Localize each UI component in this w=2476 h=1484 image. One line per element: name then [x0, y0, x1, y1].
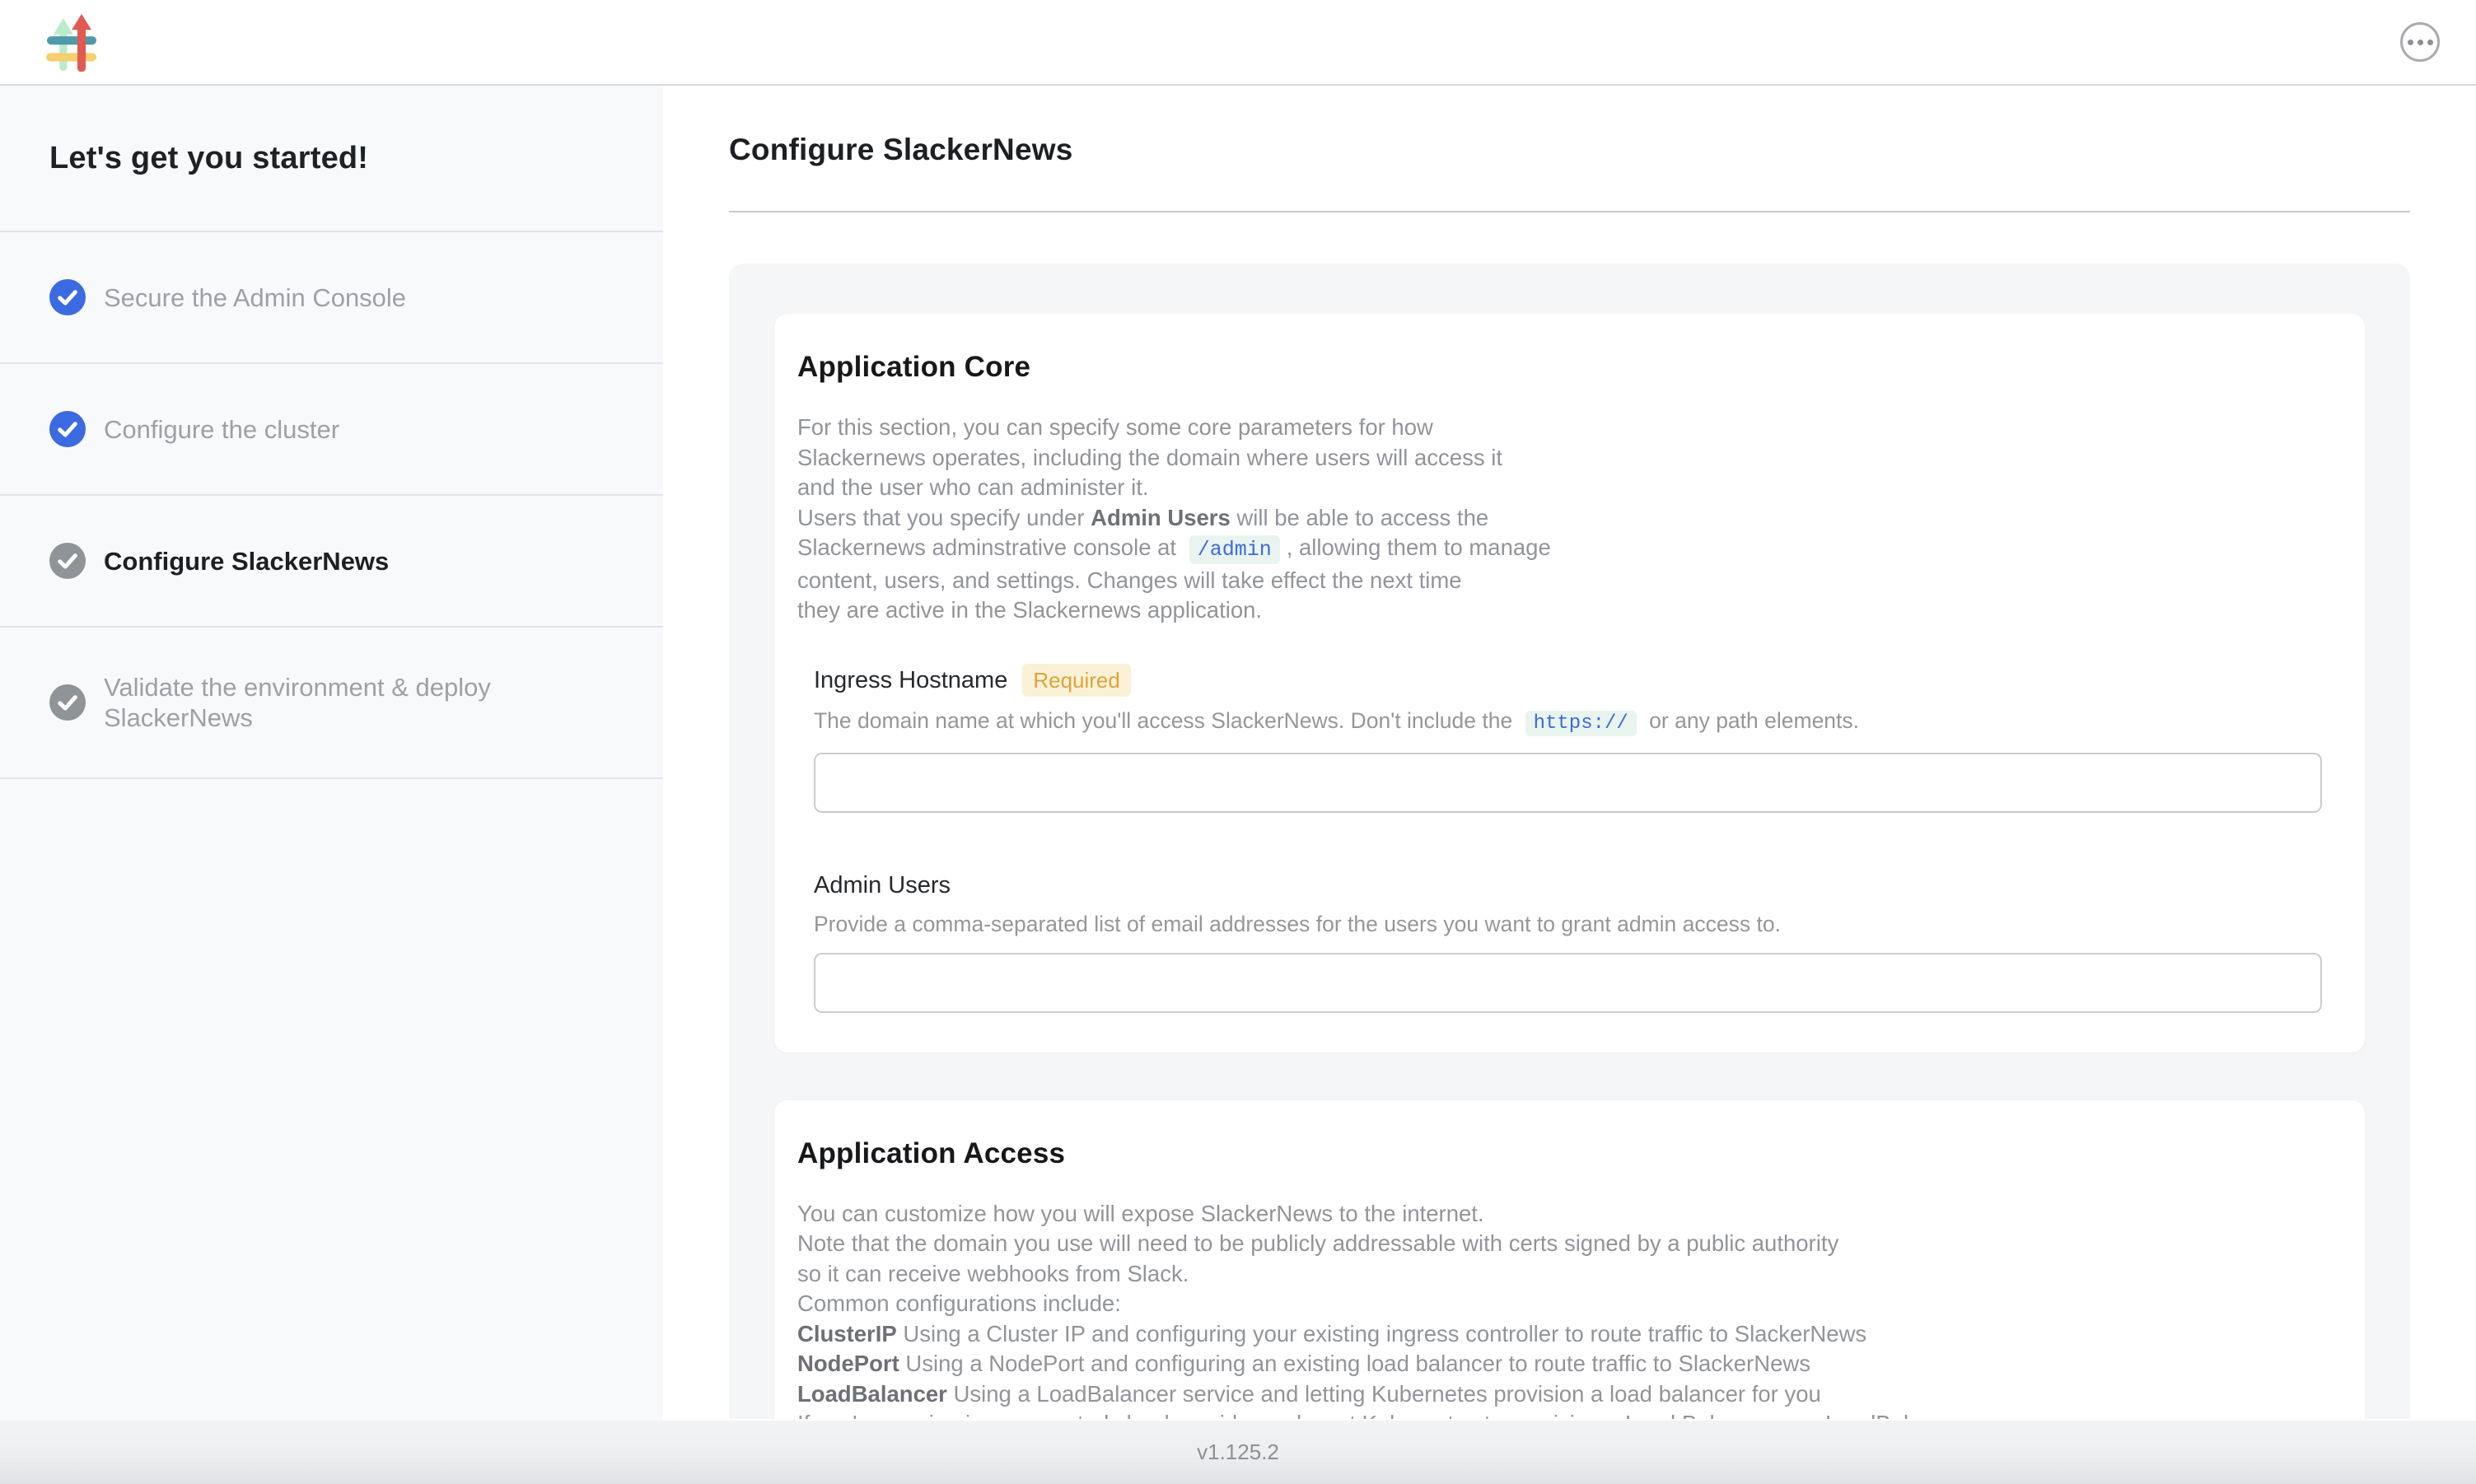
- description-line: and the user who can administer it.: [797, 473, 2342, 503]
- check-circle-icon: [49, 279, 86, 315]
- field-admin-users: Admin Users Provide a comma-separated li…: [814, 870, 2322, 1013]
- check-circle-icon: [49, 543, 86, 579]
- main-content: Configure SlackerNews Application Core F…: [663, 86, 2476, 1421]
- description-line: LoadBalancer Using a LoadBalancer servic…: [797, 1379, 2342, 1410]
- description-line: Common configurations include:: [797, 1289, 2342, 1319]
- step-label: Configure the cluster: [104, 414, 339, 445]
- description-line: If you're running in a supported cloud p…: [797, 1409, 2342, 1419]
- app-window: Let's get you started! Secure the Admin …: [0, 0, 2476, 1484]
- sidebar-step-validate-deploy[interactable]: Validate the environment & deploy Slacke…: [0, 628, 663, 779]
- config-panel: Application Core For this section, you c…: [729, 264, 2410, 1419]
- section-description: You can customize how you will expose Sl…: [797, 1199, 2342, 1420]
- content-body: Let's get you started! Secure the Admin …: [0, 86, 2476, 1421]
- description-line: Note that the domain you use will need t…: [797, 1229, 2342, 1259]
- title-divider: [729, 211, 2410, 212]
- sidebar-step-configure-cluster[interactable]: Configure the cluster: [0, 364, 663, 496]
- field-ingress-hostname: Ingress Hostname Required The domain nam…: [814, 664, 2322, 813]
- description-line: For this section, you can specify some c…: [797, 413, 2342, 443]
- page-title: Configure SlackerNews: [729, 132, 2476, 168]
- check-circle-icon: [49, 411, 86, 447]
- description-line: Slackernews adminstrative console at /ad…: [797, 533, 2342, 566]
- step-label: Validate the environment & deploy Slacke…: [104, 672, 565, 733]
- overflow-menu-button[interactable]: [2400, 22, 2440, 62]
- field-label: Admin Users: [814, 870, 951, 900]
- section-title-application-core: Application Core: [797, 350, 2342, 385]
- app-footer: v1.125.2: [0, 1421, 2476, 1484]
- description-line: Slackernews operates, including the doma…: [797, 443, 2342, 474]
- ellipsis-icon: [2418, 40, 2423, 45]
- ingress-hostname-input[interactable]: [814, 753, 2322, 813]
- sidebar-step-configure-slackernews[interactable]: Configure SlackerNews: [0, 496, 663, 628]
- sidebar-title: Let's get you started!: [0, 86, 663, 232]
- slackernews-logo-icon: [46, 12, 97, 72]
- description-line: ClusterIP Using a Cluster IP and configu…: [797, 1319, 2342, 1350]
- ellipsis-icon: [2408, 40, 2413, 45]
- setup-steps-sidebar: Let's get you started! Secure the Admin …: [0, 86, 663, 1421]
- admin-users-input[interactable]: [814, 953, 2322, 1013]
- version-text: v1.125.2: [1197, 1440, 1279, 1465]
- section-description: For this section, you can specify some c…: [797, 413, 2342, 626]
- description-line: You can customize how you will expose Sl…: [797, 1199, 2342, 1230]
- check-circle-icon: [49, 684, 86, 721]
- step-label: Secure the Admin Console: [104, 282, 406, 313]
- description-line: Users that you specify under Admin Users…: [797, 503, 2342, 534]
- card-application-access: Application Access You can customize how…: [774, 1100, 2365, 1420]
- description-line: they are active in the Slackernews appli…: [797, 595, 2342, 626]
- section-title-application-access: Application Access: [797, 1136, 2342, 1171]
- description-line: so it can receive webhooks from Slack.: [797, 1259, 2342, 1290]
- description-line: NodePort Using a NodePort and configurin…: [797, 1349, 2342, 1379]
- sidebar-step-secure-admin-console[interactable]: Secure the Admin Console: [0, 232, 663, 364]
- field-help: Provide a comma-separated list of email …: [814, 910, 2322, 938]
- top-header: [0, 0, 2476, 86]
- required-badge: Required: [1022, 664, 1131, 697]
- step-label: Configure SlackerNews: [104, 546, 389, 576]
- field-help: The domain name at which you'll access S…: [814, 707, 2322, 738]
- card-application-core: Application Core For this section, you c…: [774, 314, 2365, 1052]
- description-line: content, users, and settings. Changes wi…: [797, 566, 2342, 596]
- field-label: Ingress Hostname: [814, 665, 1007, 695]
- ellipsis-icon: [2427, 40, 2433, 45]
